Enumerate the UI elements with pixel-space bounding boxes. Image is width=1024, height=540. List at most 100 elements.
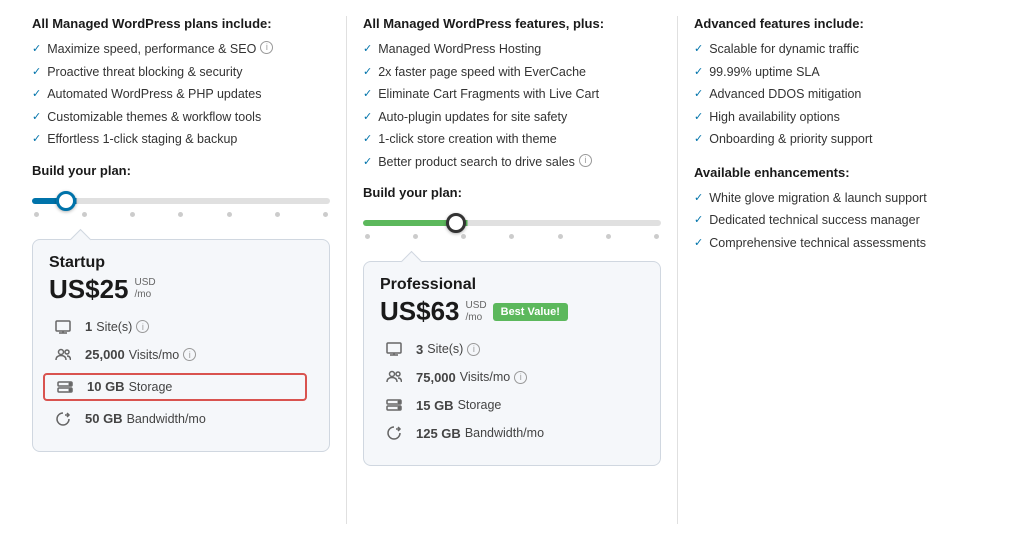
sites-value-2: 3 <box>416 342 423 357</box>
slider-dot <box>82 212 87 217</box>
slider-track <box>32 198 330 204</box>
check-icon: ✓ <box>694 110 703 125</box>
slider-dot <box>558 234 563 239</box>
visits-label: Visits/mo <box>129 348 179 362</box>
plan-price-row-2: US$63 USD /mo Best Value! <box>380 296 644 327</box>
enhancements-title: Available enhancements: <box>694 165 992 180</box>
list-item: ✓ High availability options <box>694 109 992 127</box>
slider-dots <box>32 212 330 217</box>
plan-detail-bandwidth: 50 GB Bandwidth/mo <box>49 409 313 429</box>
best-value-badge: Best Value! <box>493 303 568 321</box>
plan-details-list-2: 3 Site(s) i 75,000 Visits/mo i 15 <box>380 339 644 443</box>
list-item: ✓ Onboarding & priority support <box>694 131 992 149</box>
check-icon: ✓ <box>363 87 372 102</box>
col1-section-title: All Managed WordPress plans include: <box>32 16 330 31</box>
sites-icon <box>49 317 77 337</box>
sites-label-2: Site(s) <box>427 342 463 356</box>
col1-feature-list: ✓ Maximize speed, performance & SEO i ✓ … <box>32 41 330 149</box>
list-item: ✓ Managed WordPress Hosting <box>363 41 661 59</box>
check-icon: ✓ <box>363 65 372 80</box>
check-icon: ✓ <box>363 155 372 170</box>
col3-feature-list: ✓ Scalable for dynamic traffic ✓ 99.99% … <box>694 41 992 149</box>
slider-dot <box>323 212 328 217</box>
feature-text: Managed WordPress Hosting <box>378 41 541 59</box>
storage-row-highlighted: 10 GB Storage <box>43 373 307 401</box>
feature-text: Effortless 1-click staging & backup <box>47 131 237 149</box>
storage-label: Storage <box>129 380 173 394</box>
bandwidth-icon <box>49 409 77 429</box>
sites-icon-2 <box>380 339 408 359</box>
feature-text: Maximize speed, performance & SEO <box>47 41 256 59</box>
slider-thumb-green[interactable] <box>446 213 466 233</box>
storage-icon <box>51 377 79 397</box>
check-icon: ✓ <box>363 132 372 147</box>
slider-dot <box>606 234 611 239</box>
bandwidth-label-2: Bandwidth/mo <box>465 426 544 440</box>
slider-track-green <box>363 220 661 226</box>
slider-dot <box>275 212 280 217</box>
enhancement-text: Comprehensive technical assessments <box>709 235 926 253</box>
slider-dot <box>365 234 370 239</box>
feature-text: Proactive threat blocking & security <box>47 64 242 82</box>
info-icon[interactable]: i <box>183 348 196 361</box>
build-plan-label: Build your plan: <box>32 163 330 178</box>
list-item: ✓ Better product search to drive sales i <box>363 154 661 172</box>
plan-name: Professional <box>380 276 644 294</box>
list-item: ✓ 1-click store creation with theme <box>363 131 661 149</box>
feature-text: Customizable themes & workflow tools <box>47 109 261 127</box>
storage-value-2: 15 GB <box>416 398 454 413</box>
feature-text: Advanced DDOS mitigation <box>709 86 861 104</box>
info-icon[interactable]: i <box>467 343 480 356</box>
plan-details-list: 1 Site(s) i 25,000 Visits/mo i <box>49 317 313 429</box>
advanced-column: Advanced features include: ✓ Scalable fo… <box>678 16 1008 524</box>
feature-text: 1-click store creation with theme <box>378 131 557 149</box>
plan-detail-sites-2: 3 Site(s) i <box>380 339 644 359</box>
slider-dot <box>34 212 39 217</box>
info-icon[interactable]: i <box>579 154 592 167</box>
slider-dot <box>654 234 659 239</box>
pricing-page: All Managed WordPress plans include: ✓ M… <box>0 0 1024 540</box>
col3-section-title: Advanced features include: <box>694 16 992 31</box>
slider-thumb[interactable] <box>56 191 76 211</box>
list-item: ✓ Automated WordPress & PHP updates <box>32 86 330 104</box>
info-icon[interactable]: i <box>514 371 527 384</box>
col1-slider[interactable] <box>32 186 330 221</box>
col2-feature-list: ✓ Managed WordPress Hosting ✓ 2x faster … <box>363 41 661 171</box>
plan-price-row: US$25 USD /mo <box>49 274 313 305</box>
plan-currency: USD /mo <box>135 277 156 301</box>
feature-text: Auto-plugin updates for site safety <box>378 109 567 127</box>
slider-dot <box>461 234 466 239</box>
feature-text: Onboarding & priority support <box>709 131 872 149</box>
bandwidth-value-2: 125 GB <box>416 426 461 441</box>
plan-detail-visits: 25,000 Visits/mo i <box>49 345 313 365</box>
list-item: ✓ Maximize speed, performance & SEO i <box>32 41 330 59</box>
feature-text: High availability options <box>709 109 840 127</box>
check-icon: ✓ <box>694 213 703 228</box>
list-item: ✓ Auto-plugin updates for site safety <box>363 109 661 127</box>
plan-detail-storage: 10 GB Storage <box>49 373 313 401</box>
check-icon: ✓ <box>32 87 41 102</box>
professional-plan-card: Professional US$63 USD /mo Best Value! 3… <box>363 261 661 466</box>
col2-slider[interactable] <box>363 208 661 243</box>
bandwidth-label: Bandwidth/mo <box>127 412 206 426</box>
visits-value-2: 75,000 <box>416 370 456 385</box>
info-icon[interactable]: i <box>136 320 149 333</box>
check-icon: ✓ <box>694 42 703 57</box>
plan-detail-storage-2: 15 GB Storage <box>380 395 644 415</box>
check-icon: ✓ <box>694 65 703 80</box>
visits-label-2: Visits/mo <box>460 370 510 384</box>
bandwidth-value: 50 GB <box>85 411 123 426</box>
feature-text: 99.99% uptime SLA <box>709 64 820 82</box>
visits-icon-2 <box>380 367 408 387</box>
feature-text: Scalable for dynamic traffic <box>709 41 859 59</box>
plan-price: US$25 <box>49 274 129 305</box>
list-item: ✓ Dedicated technical success manager <box>694 212 992 230</box>
visits-value: 25,000 <box>85 347 125 362</box>
plan-detail-sites: 1 Site(s) i <box>49 317 313 337</box>
info-icon[interactable]: i <box>260 41 273 54</box>
plan-name: Startup <box>49 254 313 272</box>
slider-dot <box>130 212 135 217</box>
list-item: ✓ White glove migration & launch support <box>694 190 992 208</box>
check-icon: ✓ <box>694 87 703 102</box>
sites-value: 1 <box>85 319 92 334</box>
